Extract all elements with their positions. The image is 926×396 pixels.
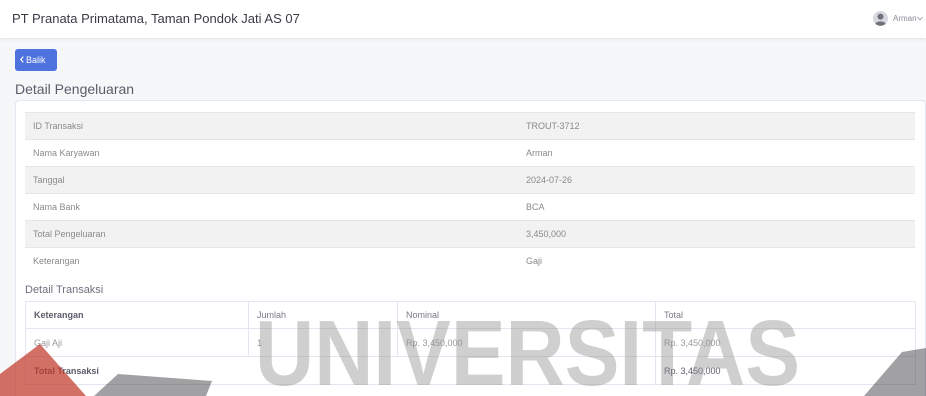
column-header-keterangan: Keterangan (25, 301, 249, 329)
cell-jumlah: 1 (248, 328, 398, 357)
detail-label: Nama Karyawan (33, 148, 100, 158)
detail-list: ID Transaksi TROUT-3712 Nama Karyawan Ar… (25, 112, 915, 274)
column-header-nominal: Nominal (397, 301, 656, 329)
user-menu[interactable]: Arman (872, 10, 924, 28)
detail-value: BCA (526, 202, 545, 212)
detail-label: Keterangan (33, 256, 80, 266)
page-title: Detail Pengeluaran (15, 81, 135, 97)
chevron-down-icon[interactable] (917, 16, 923, 21)
footer-total: Rp. 3,450,000 (655, 356, 916, 385)
cell-total: Rp. 3,450,000 (655, 328, 916, 357)
footer-label: Total Transaksi (25, 356, 656, 385)
detail-label: ID Transaksi (33, 121, 84, 131)
detail-row-id-transaksi: ID Transaksi TROUT-3712 (25, 112, 915, 139)
cell-nominal: Rp. 3,450,000 (397, 328, 656, 357)
detail-row-nama-bank: Nama Bank BCA (25, 193, 915, 220)
detail-row-total-pengeluaran: Total Pengeluaran 3,450,000 (25, 220, 915, 247)
company-name: PT Pranata Primatama, Taman Pondok Jati … (12, 11, 300, 26)
detail-value: 2024-07-26 (526, 175, 573, 185)
column-header-jumlah: Jumlah (248, 301, 398, 329)
detail-label: Nama Bank (33, 202, 81, 212)
cell-keterangan: Gaji Aji (25, 328, 249, 357)
detail-value: Arman (526, 148, 553, 158)
top-navbar: PT Pranata Primatama, Taman Pondok Jati … (0, 0, 926, 38)
detail-row-tanggal: Tanggal 2024-07-26 (25, 166, 915, 193)
detail-value: TROUT-3712 (526, 121, 580, 131)
table-row: Gaji Aji 1 Rp. 3,450,000 Rp. 3,450,000 (25, 328, 916, 357)
chevron-left-icon[interactable] (20, 56, 24, 63)
back-button[interactable]: Balik (15, 49, 57, 71)
detail-label: Tanggal (33, 175, 65, 185)
detail-value: 3,450,000 (526, 229, 567, 239)
section-title-detail-transaksi: Detail Transaksi (25, 284, 104, 296)
detail-value: Gaji (526, 256, 543, 266)
column-header-total: Total (655, 301, 916, 329)
table-footer-row: Total Transaksi Rp. 3,450,000 (25, 356, 916, 385)
user-name[interactable]: Arman (893, 14, 917, 24)
detail-label: Total Pengeluaran (33, 229, 106, 239)
back-button-label[interactable]: Balik (26, 55, 46, 65)
transaction-table: Keterangan Jumlah Nominal Total Gaji Aji… (25, 301, 916, 385)
detail-row-keterangan: Keterangan Gaji (25, 247, 915, 274)
table-header-row: Keterangan Jumlah Nominal Total (25, 301, 916, 329)
user-avatar-icon[interactable] (873, 11, 888, 26)
detail-row-nama-karyawan: Nama Karyawan Arman (25, 139, 915, 166)
